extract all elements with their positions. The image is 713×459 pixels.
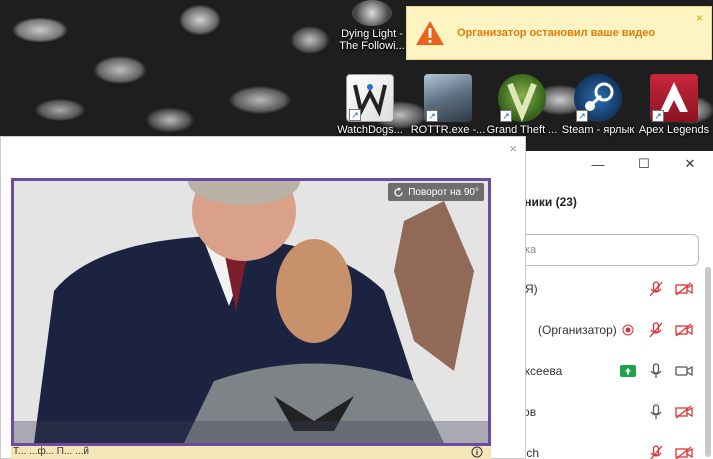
- scrollbar[interactable]: [705, 267, 711, 457]
- window-controls: — ☐ ✕: [575, 151, 713, 177]
- desktop-icon-label: Apex Legends: [638, 124, 710, 136]
- video-off-icon[interactable]: [674, 404, 694, 420]
- desktop-icon-rottr[interactable]: ↗ ROTTR.exe -...: [408, 74, 488, 136]
- share-screen-icon: [618, 363, 638, 379]
- rotate-button[interactable]: Поворот на 90°: [388, 183, 484, 201]
- mic-icon[interactable]: [646, 362, 666, 379]
- info-icon[interactable]: [471, 446, 483, 459]
- dying-light-icon: [352, 0, 392, 26]
- close-button[interactable]: ✕: [667, 151, 713, 177]
- warning-icon: [415, 19, 445, 47]
- shortcut-arrow-icon: ↗: [576, 110, 588, 122]
- participant-row[interactable]: оков: [497, 391, 713, 432]
- minimize-button[interactable]: —: [575, 151, 621, 177]
- participant-row[interactable]: (Организатор): [497, 309, 713, 350]
- notification-message: Организатор остановил ваше видео: [457, 27, 656, 39]
- rotate-label: Поворот на 90°: [408, 186, 479, 198]
- desktop-icon-label: WatchDogs...: [337, 124, 403, 136]
- participant-row[interactable]: лексеева: [497, 350, 713, 391]
- desktop-icon-label: Dying Light - The Followi...: [339, 28, 405, 52]
- shortcut-arrow-icon: ↗: [652, 110, 664, 122]
- mic-muted-icon[interactable]: [646, 280, 666, 297]
- desktop-icon-watchdogs[interactable]: ↗ WatchDogs...: [330, 74, 410, 136]
- caption-bar: Т... ...ф... П... ...й: [11, 446, 491, 459]
- apex-legends-icon: ↗: [650, 74, 698, 122]
- rottr-icon: ↗: [424, 74, 472, 122]
- desktop-icon-dying-light[interactable]: Dying Light - The Followi...: [332, 0, 412, 52]
- shortcut-arrow-icon: ↗: [426, 110, 438, 122]
- participant-row[interactable]: о (Я): [497, 268, 713, 309]
- video-off-icon[interactable]: [674, 445, 694, 459]
- gta-v-icon: ↗: [498, 74, 546, 123]
- caption-text: Т... ...ф... П... ...й: [13, 446, 90, 457]
- video-preview: Поворот на 90°: [11, 178, 491, 446]
- mic-muted-icon[interactable]: [646, 444, 666, 459]
- video-off-icon[interactable]: [674, 281, 694, 297]
- video-icon[interactable]: [674, 363, 694, 379]
- video-content-image: [14, 181, 488, 443]
- maximize-button[interactable]: ☐: [621, 151, 667, 177]
- desktop-icon-apex[interactable]: ↗ Apex Legends: [634, 74, 713, 136]
- notification-toast: Организатор остановил ваше видео ×: [406, 6, 712, 60]
- participants-panel: — ☐ ✕ астники (23) ка о (Я) (Организатор…: [496, 151, 713, 459]
- steam-icon: ↗: [574, 74, 622, 122]
- watchdogs-icon: ↗: [346, 74, 394, 122]
- desktop-icon-label: ROTTR.exe -...: [410, 124, 486, 136]
- shortcut-arrow-icon: ↗: [500, 110, 512, 122]
- search-input[interactable]: ка: [507, 234, 699, 266]
- rotate-icon: [394, 186, 403, 197]
- mic-muted-icon[interactable]: [646, 321, 666, 338]
- close-icon[interactable]: ×: [696, 11, 703, 25]
- participant-row[interactable]: ovich: [497, 432, 713, 459]
- participant-name: (Организатор): [538, 322, 617, 337]
- shortcut-arrow-icon: ↗: [349, 109, 361, 121]
- recording-icon: [618, 322, 638, 338]
- desktop-icon-steam[interactable]: ↗ Steam - ярлык: [558, 74, 638, 136]
- video-window: × Поворот на 90° Т... ...ф... П... ...й: [0, 136, 526, 459]
- desktop-icon-label: Steam - ярлык: [561, 124, 635, 136]
- close-icon[interactable]: ×: [509, 141, 517, 156]
- mic-icon[interactable]: [646, 403, 666, 420]
- video-off-icon[interactable]: [674, 322, 694, 338]
